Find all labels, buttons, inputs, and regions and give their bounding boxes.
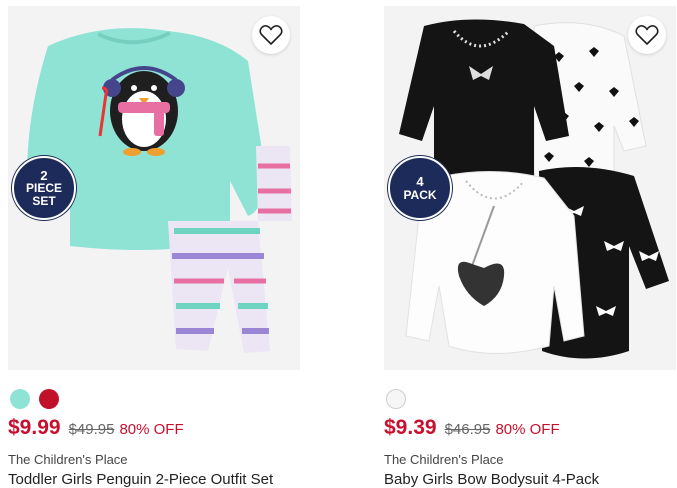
favorite-button[interactable] [252, 16, 290, 54]
price-row: $9.39 $46.95 80% OFF [384, 416, 560, 440]
product-card[interactable]: 2 PIECE SET $9.99 $49.95 80% OFF The Chi… [8, 6, 300, 488]
original-price: $46.95 [444, 421, 491, 438]
heart-outline-icon [635, 25, 659, 45]
brand-name: The Children's Place [384, 452, 504, 467]
favorite-button[interactable] [628, 16, 666, 54]
color-swatches [386, 389, 406, 409]
color-swatch-mint[interactable] [10, 389, 30, 409]
heart-outline-icon [259, 25, 283, 45]
product-image[interactable]: 4 PACK [384, 6, 676, 370]
badge-line: PIECE [25, 181, 62, 196]
product-name-link[interactable]: Toddler Girls Penguin 2-Piece Outfit Set [8, 471, 273, 488]
badge-line: 4 [416, 173, 424, 189]
color-swatch-white[interactable] [386, 389, 406, 409]
product-card[interactable]: 4 PACK $9.39 $46.95 80% OFF The Children… [384, 6, 676, 488]
product-image[interactable]: 2 PIECE SET [8, 6, 300, 370]
sale-price: $9.39 [384, 416, 437, 439]
pack-badge: 4 PACK [388, 156, 452, 220]
price-row: $9.99 $49.95 80% OFF [8, 416, 184, 440]
badge-line: SET [32, 193, 56, 208]
badge-line: PACK [403, 187, 437, 202]
discount-label: 80% OFF [495, 421, 560, 438]
product-name-link[interactable]: Baby Girls Bow Bodysuit 4-Pack [384, 471, 599, 488]
brand-name: The Children's Place [8, 452, 128, 467]
sale-price: $9.99 [8, 416, 61, 439]
color-swatches [10, 389, 59, 409]
badge-line: 2 [40, 167, 48, 183]
discount-label: 80% OFF [119, 421, 184, 438]
original-price: $49.95 [68, 421, 115, 438]
set-badge: 2 PIECE SET [12, 156, 76, 220]
color-swatch-red[interactable] [39, 389, 59, 409]
